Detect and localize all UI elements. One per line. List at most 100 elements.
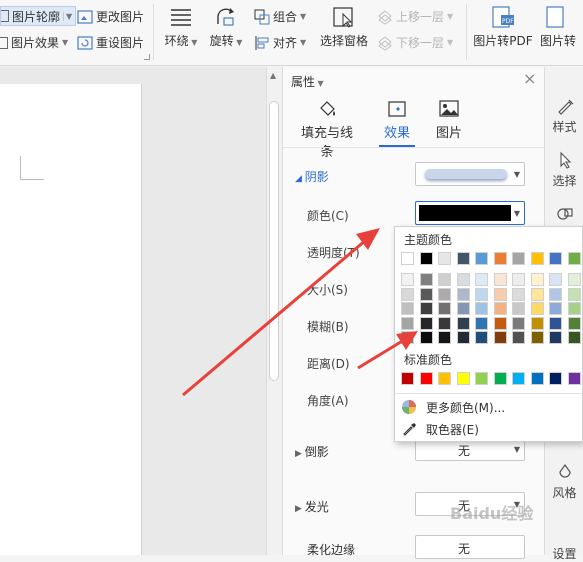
theme-color-swatch[interactable] — [401, 252, 414, 265]
scroll-up-arrow[interactable]: ▲ — [270, 71, 276, 80]
standard-color-swatch[interactable] — [493, 372, 507, 385]
theme-shade-swatch[interactable] — [401, 331, 414, 344]
theme-shade-swatch[interactable] — [475, 316, 488, 330]
sidebar-layout-button[interactable]: 风格 — [545, 463, 583, 501]
theme-color-swatch[interactable] — [493, 252, 507, 265]
sidebar-shape-button[interactable] — [545, 205, 583, 226]
theme-shade-swatch[interactable] — [419, 316, 433, 330]
theme-shade-swatch[interactable] — [475, 273, 488, 286]
theme-shade-swatch[interactable] — [549, 273, 562, 286]
theme-color-swatch[interactable] — [456, 252, 470, 265]
theme-shade-swatch[interactable] — [401, 273, 414, 286]
theme-shade-swatch[interactable] — [567, 302, 581, 315]
theme-shade-swatch[interactable] — [438, 316, 451, 330]
sidebar-select-button[interactable]: 选择 — [545, 151, 583, 189]
theme-shade-swatch[interactable] — [493, 273, 507, 286]
reset-picture-button[interactable]: 重设图片 — [77, 34, 144, 51]
tab-fill-line[interactable]: 填充与线条 — [295, 99, 359, 160]
close-icon[interactable]: × — [523, 69, 536, 88]
theme-color-swatch[interactable] — [567, 252, 581, 265]
send-backward-button[interactable]: 下移一层 ▼ — [377, 34, 453, 51]
picture-to-pdf-button[interactable]: PDF 图片转PDF — [473, 6, 533, 49]
scroll-thumb[interactable] — [269, 101, 279, 381]
eyedropper-item[interactable]: 取色器(E) — [395, 419, 582, 439]
change-picture-button[interactable]: 更改图片 — [77, 8, 144, 25]
standard-color-swatch[interactable] — [438, 372, 451, 385]
standard-color-swatch[interactable] — [549, 372, 562, 385]
theme-shade-swatch[interactable] — [401, 316, 414, 330]
theme-shade-swatch[interactable] — [456, 331, 470, 344]
theme-shade-swatch[interactable] — [419, 287, 433, 301]
standard-color-swatch[interactable] — [567, 372, 581, 385]
theme-shade-swatch[interactable] — [456, 287, 470, 301]
theme-shade-swatch[interactable] — [419, 273, 433, 286]
soft-edges-dropdown[interactable]: 无 — [415, 535, 525, 559]
sidebar-style-button[interactable]: 样式 — [545, 97, 583, 135]
theme-shade-swatch[interactable] — [475, 287, 488, 301]
picture-outline-button[interactable]: 图片轮廓 ▼ — [0, 6, 77, 26]
theme-shade-swatch[interactable] — [475, 302, 488, 315]
theme-shade-swatch[interactable] — [512, 316, 525, 330]
sidebar-settings-button[interactable]: 设置 — [545, 545, 583, 562]
align-button[interactable]: 对齐 ▼ — [254, 34, 306, 51]
theme-shade-swatch[interactable] — [530, 316, 544, 330]
theme-shade-swatch[interactable] — [438, 287, 451, 301]
theme-shade-swatch[interactable] — [567, 287, 581, 301]
theme-shade-swatch[interactable] — [493, 331, 507, 344]
theme-shade-swatch[interactable] — [401, 302, 414, 315]
theme-shade-swatch[interactable] — [438, 331, 451, 344]
bring-forward-button[interactable]: 上移一层 ▼ — [377, 8, 453, 25]
theme-shade-swatch[interactable] — [493, 316, 507, 330]
theme-shade-swatch[interactable] — [438, 302, 451, 315]
theme-color-swatch[interactable] — [438, 252, 451, 265]
group-button[interactable]: 组合 ▼ — [254, 8, 306, 25]
theme-shade-swatch[interactable] — [530, 287, 544, 301]
theme-shade-swatch[interactable] — [530, 273, 544, 286]
theme-shade-swatch[interactable] — [530, 331, 544, 344]
theme-shade-swatch[interactable] — [419, 331, 433, 344]
wrap-button[interactable]: 环绕 ▼ — [161, 6, 201, 49]
theme-color-swatch[interactable] — [419, 252, 433, 265]
theme-color-swatch[interactable] — [530, 252, 544, 265]
tab-picture[interactable]: 图片 — [431, 99, 467, 141]
theme-shade-swatch[interactable] — [549, 316, 562, 330]
shadow-preset-dropdown[interactable]: ▼ — [415, 162, 525, 186]
panel-title[interactable]: 属性 ▼ — [291, 73, 324, 90]
standard-color-swatch[interactable] — [419, 372, 433, 385]
theme-shade-swatch[interactable] — [456, 302, 470, 315]
picture-convert-button[interactable]: 图片转 — [540, 6, 583, 49]
standard-color-swatch[interactable] — [401, 372, 414, 385]
theme-shade-swatch[interactable] — [512, 287, 525, 301]
glow-section-header[interactable]: ▶ 发光 — [295, 498, 329, 515]
selection-pane-button[interactable]: 选择窗格 — [318, 6, 370, 49]
standard-color-swatch[interactable] — [475, 372, 488, 385]
vertical-scrollbar[interactable]: ▲ — [266, 67, 282, 555]
theme-shade-swatch[interactable] — [456, 316, 470, 330]
theme-shade-swatch[interactable] — [493, 302, 507, 315]
document-page[interactable] — [0, 84, 142, 555]
theme-shade-swatch[interactable] — [530, 302, 544, 315]
more-colors-item[interactable]: 更多颜色(M)... — [395, 397, 582, 417]
picture-effect-button[interactable]: 图片效果 ▼ — [0, 34, 68, 51]
dialog-launcher-icon[interactable] — [144, 54, 150, 60]
theme-shade-swatch[interactable] — [567, 331, 581, 344]
reflection-section-header[interactable]: ▶ 倒影 — [295, 443, 329, 460]
standard-color-swatch[interactable] — [530, 372, 544, 385]
theme-shade-swatch[interactable] — [512, 273, 525, 286]
theme-shade-swatch[interactable] — [438, 273, 451, 286]
theme-shade-swatch[interactable] — [549, 331, 562, 344]
theme-color-swatch[interactable] — [475, 252, 488, 265]
rotate-button[interactable]: 旋转 ▼ — [206, 6, 246, 49]
shadow-color-dropdown[interactable]: ▼ — [415, 201, 525, 225]
theme-shade-swatch[interactable] — [512, 331, 525, 344]
theme-shade-swatch[interactable] — [456, 273, 470, 286]
theme-shade-swatch[interactable] — [419, 302, 433, 315]
theme-shade-swatch[interactable] — [549, 287, 562, 301]
theme-color-swatch[interactable] — [512, 252, 525, 265]
theme-shade-swatch[interactable] — [567, 316, 581, 330]
theme-shade-swatch[interactable] — [493, 287, 507, 301]
theme-shade-swatch[interactable] — [401, 287, 414, 301]
shadow-section-header[interactable]: ◢ 阴影 — [295, 168, 329, 185]
theme-color-swatch[interactable] — [549, 252, 562, 265]
tab-effects[interactable]: 效果 — [379, 99, 415, 147]
